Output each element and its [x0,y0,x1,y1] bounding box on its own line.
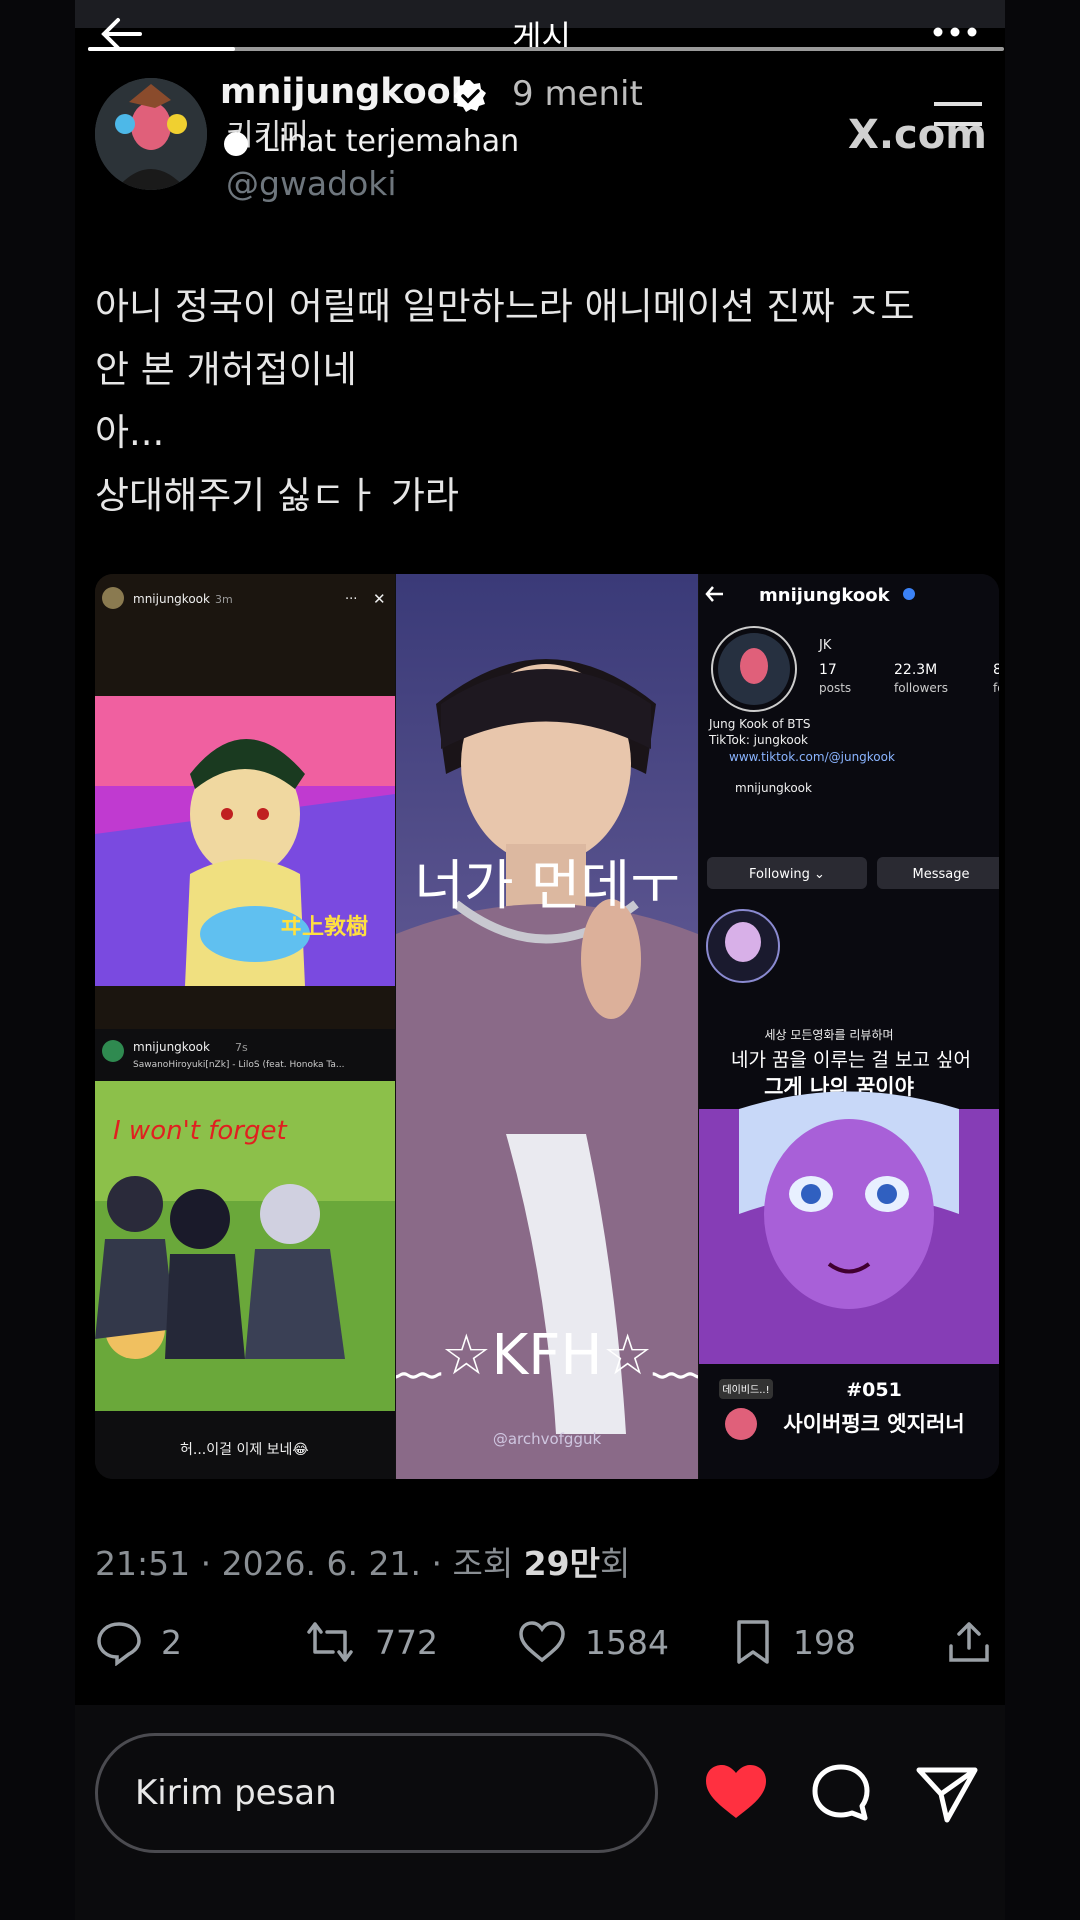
post-line: 아... [95,411,165,454]
avatar-image [95,78,207,190]
chat-bubble-icon [812,1764,870,1821]
post-line: 아니 정국이 어릴때 일만하느라 애니메이션 진짜 ㅈ도 [95,285,915,328]
profile-bio-line: Jung Kook of BTS [708,717,810,731]
profile-bio-line: TikTok: jungkook [708,733,808,747]
translate-link[interactable]: Lihat terjemahan [262,124,519,159]
verified-badge-icon [903,588,915,600]
story-more-icon[interactable]: ··· [345,592,357,607]
post-line: 안 본 개허접이네 [95,348,357,391]
story-time: 7s [235,1041,248,1054]
center-overlay-text: 너가 먼데ㅜ [414,854,680,917]
story-avatar [102,1040,124,1062]
share-icon [949,1622,989,1662]
avatar[interactable] [95,78,207,190]
following-button-label: Following ⌄ [749,867,825,882]
heart-outline-icon [519,1621,565,1663]
record-dot-icon [224,132,248,156]
story-progress-fill [88,47,235,51]
post-meta: 21:51 · 2026. 6. 21. · 조회 29만회 [95,1537,630,1585]
repost-button[interactable]: 772 [303,1610,438,1674]
stat-followers-label: followers [894,681,948,695]
review-text: 세상 모든영화를 리뷰하며 [764,1028,893,1042]
episode-title: 사이버펑크 엣지러너 [783,1412,964,1436]
hamburger-line [934,122,982,126]
repost-icon [307,1622,353,1662]
menu-button[interactable] [930,98,986,158]
stat-followers-num: 22.3M [894,662,937,678]
stat-posts-label: posts [819,681,851,695]
stat-following-label: fo [993,681,999,695]
stat-following-num: 8 [993,662,999,678]
post-handle: @gwadoki [226,164,397,203]
profile-name: mnijungkook [759,585,891,606]
send-icon [916,1767,978,1823]
message-placeholder: Kirim pesan [135,1773,337,1813]
story-track: SawanoHiroyuki[nZk] - LiloS (feat. Honok… [133,1060,345,1070]
like-button[interactable]: 1584 [517,1610,669,1674]
post-body: 아니 정국이 어릴때 일만하느라 애니메이션 진짜 ㅈ도 안 본 개허접이네 아… [95,275,995,527]
scribble-text: I won't forget [113,1116,287,1146]
episode-number: #051 [846,1379,902,1401]
view-suffix: 회 [599,1544,631,1583]
bookmark-icon [737,1620,769,1664]
header-title: 게시 [512,18,571,56]
story-user: mnijungkook [133,592,210,606]
bookmark-button[interactable]: 198 [731,1610,856,1674]
post-line: 상대해주기 싫ㄷㅏ 가라 [95,474,459,517]
reply-button[interactable]: 2 [95,1610,182,1674]
more-dots-icon [933,27,977,37]
hamburger-line [934,102,982,106]
reply-story-button[interactable] [810,1762,872,1824]
heart-filled-icon [706,1765,766,1818]
anime-caption: ヰ上敦樹 [280,914,368,940]
media-right[interactable]: mnijungkook JK 17 posts 22.3M followers … [699,574,999,1479]
photo-credit: @archvofgguk [493,1430,602,1448]
verified-badge-icon [454,80,486,112]
view-count: 29만 [523,1544,600,1583]
comment-icon [97,1622,141,1666]
speaker-tag-label: 데이비드..! [722,1384,769,1396]
profile-link[interactable]: www.tiktok.com/@jungkook [729,750,895,764]
post-time: 9 menit [512,74,643,114]
story-close-icon[interactable]: ✕ [373,590,386,608]
bookmark-count: 198 [793,1622,856,1662]
repost-count: 772 [375,1622,438,1662]
story-caption: 허...이걸 이제 보네😂 [180,1442,309,1458]
profile-short: JK [818,638,832,653]
story-user: mnijungkook [133,1040,210,1054]
action-bar: 2 772 1584 198 [95,1610,1000,1674]
media-left-bottom[interactable]: mnijungkook 7s SawanoHiroyuki[nZk] - Lil… [95,1029,395,1479]
story-avatar [102,587,124,609]
like-story-button[interactable] [703,1762,769,1822]
story-time: 3m [215,593,233,606]
profile-threads[interactable]: mnijungkook [735,781,812,795]
story-progress-bar [88,47,1004,51]
reply-count: 2 [161,1622,182,1662]
send-button[interactable] [915,1762,979,1824]
post-username[interactable]: mnijungkook [220,72,474,112]
more-button[interactable] [930,22,980,42]
quote-line: 네가 꿈을 이루는 걸 보고 싶어 [731,1049,971,1071]
like-count: 1584 [585,1622,669,1662]
kfh-watermark: ﹏☆KFH☆﹏ [396,1323,698,1388]
share-button[interactable] [945,1610,993,1674]
media-left-top[interactable]: mnijungkook 3m ··· ✕ ヰ上敦樹 [95,574,395,1029]
message-button-label: Message [913,867,970,882]
media-center[interactable]: 너가 먼데ㅜ ﹏☆KFH☆﹏ @archvofgguk [396,574,698,1479]
stat-posts-num: 17 [819,662,837,678]
post-timestamp: 21:51 · 2026. 6. 21. · 조회 [95,1544,524,1583]
post-media[interactable]: mnijungkook 3m ··· ✕ ヰ上敦樹 mnijungkook 7s… [95,574,999,1479]
